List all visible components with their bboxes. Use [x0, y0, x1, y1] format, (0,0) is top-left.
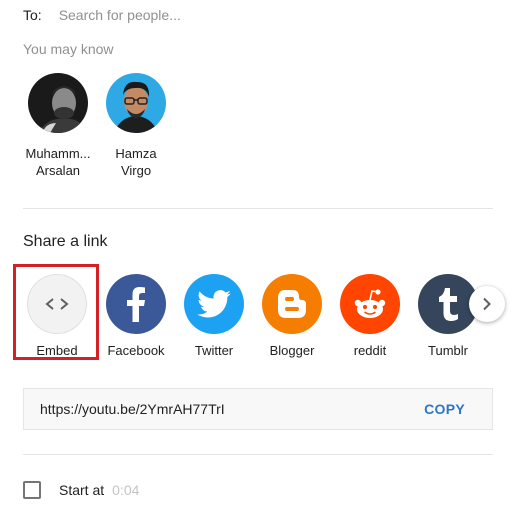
to-label: To: [23, 7, 42, 23]
next-share-targets-button[interactable] [469, 286, 505, 322]
share-twitter-button[interactable]: Twitter [175, 274, 253, 358]
share-url-box: https://youtu.be/2YmrAH77TrI COPY [23, 388, 493, 430]
twitter-icon [184, 274, 244, 334]
you-may-know-heading: You may know [23, 41, 114, 57]
blogger-icon [262, 274, 322, 334]
start-at-checkbox[interactable] [23, 481, 41, 499]
to-row: To: [23, 6, 359, 24]
share-link-heading: Share a link [23, 233, 108, 250]
person-name: Muhamm... Arsalan [25, 146, 91, 178]
start-at-time: 0:04 [112, 482, 140, 498]
search-people-input[interactable] [58, 7, 359, 23]
share-embed-button[interactable]: Embed [18, 274, 96, 358]
embed-code-icon [27, 274, 87, 334]
person-name: Hamza Virgo [115, 146, 157, 178]
suggested-person-hamza[interactable]: Hamza Virgo [96, 73, 176, 179]
share-reddit-button[interactable]: reddit [331, 274, 409, 358]
copy-button[interactable]: COPY [424, 401, 465, 417]
divider [23, 208, 493, 209]
share-blogger-button[interactable]: Blogger [253, 274, 331, 358]
facebook-icon [106, 274, 166, 334]
avatar [106, 73, 166, 133]
avatar [28, 73, 88, 133]
start-at-row: Start at 0:04 [23, 479, 139, 501]
start-at-label: Start at [59, 482, 105, 498]
share-url-text[interactable]: https://youtu.be/2YmrAH77TrI [40, 401, 225, 417]
reddit-icon [340, 274, 400, 334]
chevron-right-icon [482, 297, 492, 311]
suggested-person-muhammad[interactable]: Muhamm... Arsalan [18, 73, 98, 179]
divider [23, 454, 493, 455]
share-facebook-button[interactable]: Facebook [97, 274, 175, 358]
